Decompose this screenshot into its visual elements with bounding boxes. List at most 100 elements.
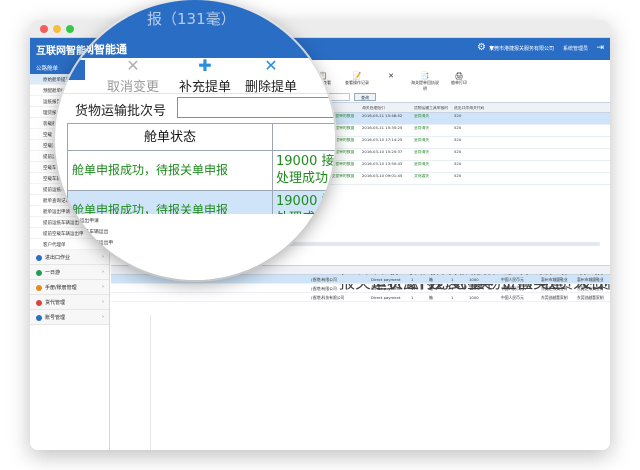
table-cell: 箱 [429, 277, 433, 282]
magnified-partial-title: 报（131毫） [147, 10, 236, 28]
magnified-sidebar-item[interactable]: 提前空载车辆运出申 [55, 236, 139, 247]
column-header[interactable]: 进出口岸海关代码 [454, 106, 484, 111]
column-header[interactable]: 海关处理指引 [362, 106, 385, 111]
sidebar-item-label: 空载 [43, 133, 52, 138]
table-cell: 1 [411, 286, 414, 291]
table-cell: 中国人民币元 [501, 286, 524, 291]
close-window-button[interactable] [40, 25, 48, 33]
module-icon [36, 299, 42, 306]
toolbar-button-label: 舱单打印 [451, 80, 467, 85]
divider [150, 315, 151, 450]
sidebar-module[interactable]: 账号管理 › [30, 310, 109, 325]
toolbar-button[interactable]: ✕ [376, 72, 406, 80]
table-cell: (香港)有限公司 [311, 286, 337, 291]
table-cell: 2016-03-10 17:14:25 [362, 138, 403, 142]
table-cell: 箱 [429, 286, 433, 291]
search-button[interactable]: 查询 [354, 93, 376, 101]
table-cell: 520 [454, 126, 462, 130]
company-name: 东莞市港捷报关服务有限公司 [488, 46, 554, 52]
table-cell: 1 [451, 295, 454, 300]
gear-icon[interactable]: ⚙ [477, 42, 486, 53]
table-cell: 东莞创越董家制 [541, 295, 568, 300]
toolbar-button[interactable]: 📝 查看操作记录 [342, 72, 372, 86]
batch-number-input[interactable] [177, 97, 335, 118]
table-cell: (香港)科技有限公司 [311, 295, 345, 300]
sidebar-module-label: 账号管理 [45, 315, 66, 321]
table-cell: 1 [451, 286, 454, 291]
magnified-header: 报（131毫） 互联网智能通 [55, 0, 335, 60]
table-cell: 中国人民币元 [501, 277, 524, 282]
chevron-right-icon: › [102, 314, 104, 320]
magnified-sidebar-item[interactable]: 客户代理单 [55, 247, 139, 258]
magnified-app-title: 互联网智能通 [61, 43, 127, 56]
plus-icon: ✚ [198, 56, 212, 75]
chevron-right-icon: › [102, 299, 104, 305]
toolbar-icon: 📝 [352, 72, 362, 80]
table-cell: 2016-05-11 15:48:52 [362, 114, 403, 118]
table-cell: 文锦渡关 [414, 174, 430, 178]
table-cell: 皇岗海关 [414, 114, 430, 118]
close-icon: ✕ [264, 56, 278, 75]
table-cell: 520 [454, 150, 462, 154]
sidebar-module[interactable]: 手册/账册管理 › [30, 280, 109, 295]
toolbar-button[interactable]: 🖨 舱单打印 [444, 72, 474, 86]
magnified-toolbar-button[interactable]: ✚ 补充提单 [179, 56, 231, 96]
table-cell: 2016-03-10 09:01:45 [362, 174, 403, 178]
table-cell: 1 [411, 277, 414, 282]
magnified-sidebar-items: 舱单运出申请 提前运抵车辆运出 提前空载车辆运出申 客户代理单 [55, 214, 139, 280]
table-row[interactable]: (香港)有限公司 Direct payment 1 箱 1 1000 中国人民币元 东莞汇东实… [111, 284, 610, 293]
table-cell: 东莞汇东实业有 [541, 286, 568, 291]
magnified-lower-area: 舱单运出申请 提前运抵车辆运出 提前空载车辆运出申 客户代理单 [55, 214, 335, 280]
table-cell: 1000 [469, 295, 479, 300]
manifest-status-cell: 舱单申报成功，待报关单申报 [68, 151, 273, 190]
table-cell: 1000 [469, 286, 479, 291]
magnified-table-header: 舱单状态 [67, 123, 335, 151]
exit-icon[interactable]: ⇥ [596, 43, 604, 53]
table-cell: 皇岗海关 [414, 150, 430, 154]
receipt-line: 19000 接 [276, 154, 335, 169]
sidebar-module-label: 货代管理 [45, 300, 66, 306]
toolbar-button[interactable]: 📑 海关提单回执说明 [410, 72, 440, 92]
module-icon [36, 314, 42, 321]
table-cell: 中国人民币元 [501, 295, 524, 300]
sidebar-module[interactable]: 货代管理 › [30, 295, 109, 310]
module-icon [36, 284, 42, 291]
magnified-table-row[interactable]: 舱单申报成功，待报关单申报 19000 接处理成功 [67, 151, 335, 191]
table-cell: Direct payment [371, 277, 401, 282]
table-row[interactable]: (香港)科技有限公司 Direct payment 1 箱 1 1000 中国人民币元 东莞创… [111, 293, 610, 302]
magnified-sidebar-strip [55, 60, 85, 80]
magnified-search-row: 货物运输批次号 [55, 93, 335, 121]
table-cell: Direct payment [371, 295, 401, 300]
toolbar-icon: 🖨 [454, 72, 464, 80]
magnifier-lens: 报（131毫） 互联网智能通 单 ✕ 取消变更 ✚ 补充提单 ✕ 删除提单 货物运输批次号 … [55, 0, 335, 280]
chevron-right-icon: › [102, 284, 104, 290]
table-cell: 520 [454, 114, 462, 118]
table-cell: Direct payment [371, 286, 401, 291]
magnified-toolbar-button[interactable]: ✕ 取消变更 [107, 56, 159, 96]
table-cell: 2016-05-11 15:35:25 [362, 126, 403, 130]
table-cell: 520 [454, 162, 462, 166]
module-icon [36, 269, 42, 276]
table-cell: 惠州市城盟鞋业 [541, 277, 568, 282]
magnified-toolbar-button[interactable]: ✕ 删除提单 [245, 56, 297, 96]
receipt-cell: 19000 接处理成功 [276, 153, 335, 187]
table-cell: 1 [451, 277, 454, 282]
table-cell: 惠州市城盟鞋业 [577, 277, 604, 282]
toolbar-icon: ✕ [388, 72, 394, 80]
table-cell: 东莞汇东实业有 [577, 286, 604, 291]
close-icon: ✕ [126, 56, 140, 75]
receipt-line: 处理成功 [276, 171, 329, 186]
table-cell: 箱 [429, 295, 433, 300]
sidebar-module-label: 手册/账册管理 [45, 285, 77, 291]
magnified-sidebar-item[interactable]: 提前运抵车辆运出 [55, 225, 139, 236]
toolbar-button-label: 海关提单回执说明 [411, 80, 439, 91]
module-icon [36, 254, 42, 261]
magnified-toolbar: 单 ✕ 取消变更 ✚ 补充提单 ✕ 删除提单 [55, 56, 335, 96]
table-cell: 皇岗海关 [414, 138, 430, 142]
manifest-status-header: 舱单状态 [68, 124, 273, 151]
column-header[interactable]: 货物运输工具申报时 [414, 106, 448, 111]
receipt-line: 19000 接 [276, 194, 335, 209]
toolbar-icon: 📑 [420, 72, 430, 80]
user-name[interactable]: 系统管理员 [563, 45, 588, 52]
magnified-sidebar-item[interactable]: 舱单运出申请 [55, 214, 139, 225]
